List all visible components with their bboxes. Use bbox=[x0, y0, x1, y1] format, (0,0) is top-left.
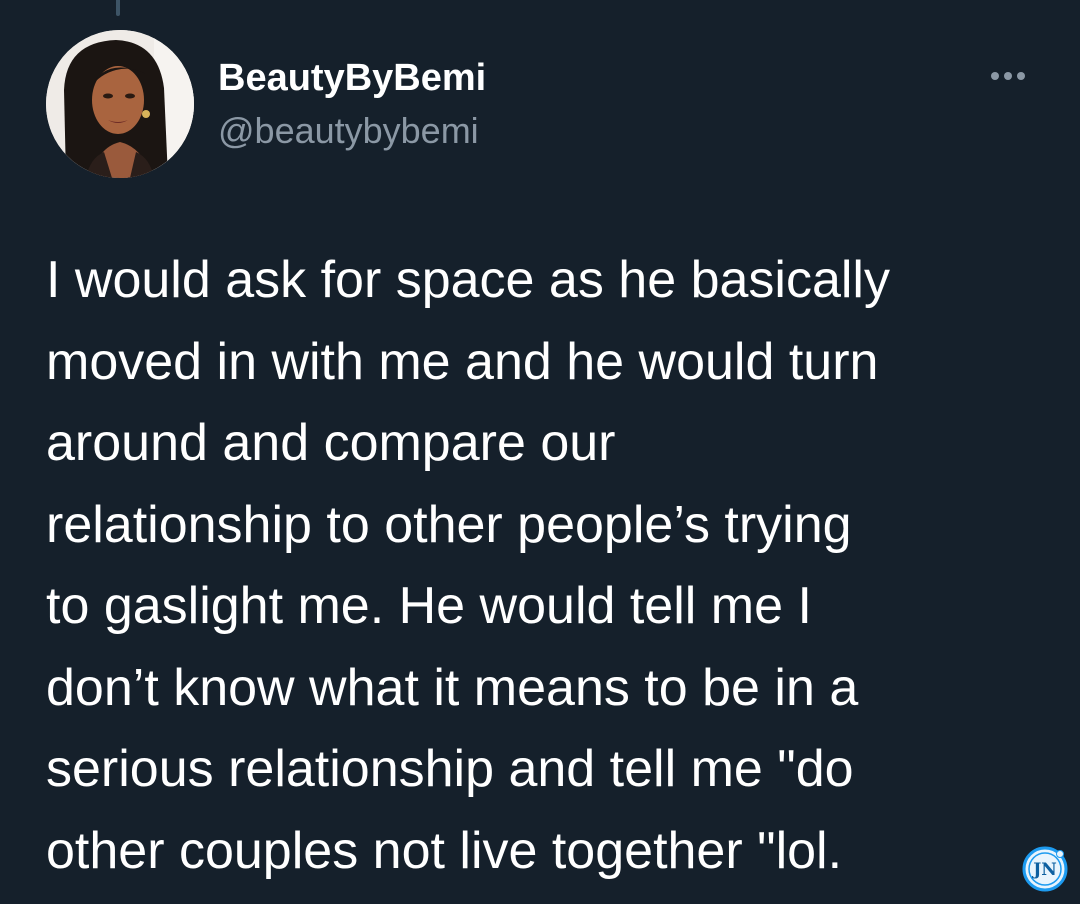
more-options-button[interactable] bbox=[982, 60, 1034, 92]
thread-connector-line bbox=[116, 0, 120, 16]
user-handle[interactable]: @beautybybemi bbox=[218, 108, 479, 154]
more-horizontal-icon-dot bbox=[1004, 72, 1012, 80]
avatar[interactable] bbox=[46, 30, 194, 178]
more-horizontal-icon-dot bbox=[1017, 72, 1025, 80]
watermark-logo: JN bbox=[1022, 846, 1068, 892]
display-name[interactable]: BeautyByBemi bbox=[218, 54, 486, 102]
more-horizontal-icon bbox=[991, 72, 999, 80]
avatar-photo bbox=[46, 30, 194, 178]
tweet-text: I would ask for space as he basically mo… bbox=[46, 251, 890, 880]
watermark-text: JN bbox=[1031, 860, 1057, 880]
